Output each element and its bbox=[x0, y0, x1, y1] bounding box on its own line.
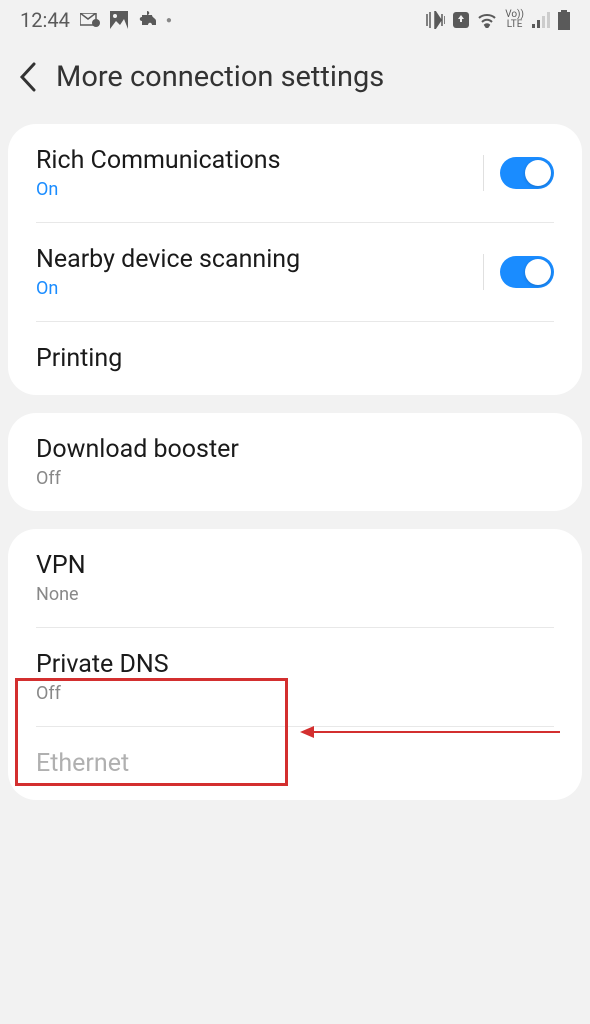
puzzle-icon bbox=[138, 11, 156, 29]
back-button[interactable] bbox=[18, 62, 36, 92]
ethernet-row[interactable]: Ethernet bbox=[8, 727, 582, 800]
toggle-divider bbox=[483, 254, 484, 290]
status-time: 12:44 bbox=[20, 8, 70, 32]
private-dns-row[interactable]: Private DNS Off bbox=[8, 628, 582, 726]
vpn-status: None bbox=[36, 584, 86, 605]
rich-communications-toggle[interactable] bbox=[500, 157, 554, 189]
image-icon bbox=[110, 11, 128, 29]
nearby-scanning-status: On bbox=[36, 278, 300, 299]
private-dns-status: Off bbox=[36, 683, 169, 704]
printing-row[interactable]: Printing bbox=[8, 322, 582, 395]
rich-communications-row[interactable]: Rich Communications On bbox=[8, 124, 582, 222]
nearby-scanning-row[interactable]: Nearby device scanning On bbox=[8, 223, 582, 321]
lte-icon: Vo)) LTE bbox=[505, 10, 524, 30]
ethernet-title: Ethernet bbox=[36, 749, 129, 778]
page-title: More connection settings bbox=[56, 60, 384, 94]
vpn-row[interactable]: VPN None bbox=[8, 529, 582, 627]
download-booster-title: Download booster bbox=[36, 435, 239, 464]
status-bar: 12:44 ● Vo)) LTE bbox=[0, 0, 590, 40]
download-booster-row[interactable]: Download booster Off bbox=[8, 413, 582, 511]
rich-communications-title: Rich Communications bbox=[36, 146, 281, 175]
nearby-scanning-toggle[interactable] bbox=[500, 256, 554, 288]
mail-icon bbox=[80, 13, 100, 27]
header: More connection settings bbox=[0, 40, 590, 124]
battery-icon bbox=[558, 10, 570, 30]
settings-group-1: Rich Communications On Nearby device sca… bbox=[8, 124, 582, 395]
toggle-divider bbox=[483, 155, 484, 191]
settings-group-3: VPN None Private DNS Off Ethernet bbox=[8, 529, 582, 800]
recycle-icon bbox=[453, 12, 469, 28]
vpn-title: VPN bbox=[36, 551, 86, 580]
vibrate-icon bbox=[425, 11, 445, 29]
printing-title: Printing bbox=[36, 344, 122, 373]
nearby-scanning-title: Nearby device scanning bbox=[36, 245, 300, 274]
download-booster-status: Off bbox=[36, 468, 239, 489]
wifi-icon bbox=[477, 12, 497, 28]
more-dot: ● bbox=[166, 15, 172, 26]
private-dns-title: Private DNS bbox=[36, 650, 169, 679]
signal-icon bbox=[532, 12, 550, 28]
settings-group-2: Download booster Off bbox=[8, 413, 582, 511]
rich-communications-status: On bbox=[36, 179, 281, 200]
